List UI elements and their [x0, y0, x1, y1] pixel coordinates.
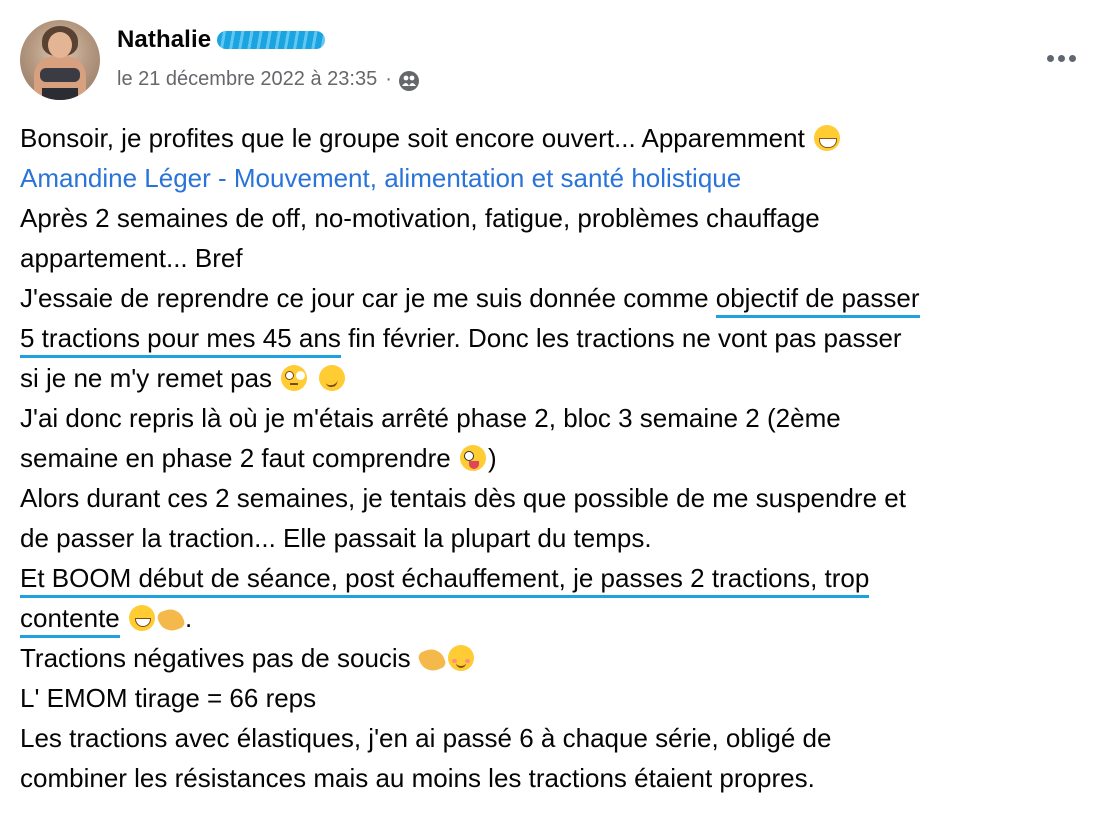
eye-roll-emoji-icon — [281, 365, 308, 391]
highlighted-text: 5 tractions pour mes 45 ans — [20, 323, 341, 358]
post-text: Bonsoir, je profites que le groupe soit … — [20, 118, 1091, 798]
post-header: Nathalie le 21 décembre 2022 à 23:35 · — [20, 20, 1091, 102]
author-name[interactable]: Nathalie — [117, 26, 211, 54]
text-segment: fin février. Donc les tractions ne vont … — [340, 323, 902, 353]
smirk-emoji-icon — [318, 365, 345, 391]
text-segment: combiner les résistances mais au moins l… — [20, 763, 815, 793]
group-icon[interactable] — [398, 70, 420, 92]
meta-separator: · — [385, 67, 392, 90]
redaction-scribble — [217, 27, 326, 53]
text-segment: Tractions négatives pas de soucis — [20, 643, 411, 673]
blushing-emoji-icon — [447, 645, 474, 671]
text-segment: ) — [487, 443, 497, 473]
text-segment: Les tractions avec élastiques, j'en ai p… — [20, 723, 832, 753]
text-segment: de passer la traction... Elle passait la… — [20, 523, 652, 553]
winking-tongue-emoji-icon — [459, 445, 486, 471]
highlighted-text: objectif de passer — [715, 283, 920, 318]
smiling-emoji-icon — [128, 605, 155, 631]
flexed-biceps-emoji-icon — [155, 605, 187, 635]
grinning-emoji-icon — [814, 125, 841, 151]
highlighted-text: contente — [20, 603, 120, 638]
flexed-biceps-emoji-icon — [416, 645, 447, 675]
author-mention-link[interactable]: Amandine Léger - Mouvement, alimentation… — [20, 163, 741, 193]
avatar[interactable] — [20, 20, 100, 100]
text-segment: J'essaie de reprendre ce jour car je me … — [20, 283, 716, 313]
text-segment: Après 2 semaines de off, no-motivation, … — [20, 203, 820, 233]
text-segment: Bonsoir, je profites que le groupe soit … — [20, 123, 805, 153]
post-meta: le 21 décembre 2022 à 23:35 · — [117, 66, 420, 92]
text-line: Bonsoir, je profites que le groupe soit … — [20, 118, 1091, 158]
text-segment: semaine en phase 2 faut comprendre — [20, 443, 451, 473]
text-segment: J'ai donc repris là où je m'étais arrêté… — [20, 403, 841, 433]
text-segment: appartement... Bref — [20, 243, 243, 273]
author-row: Nathalie — [117, 26, 326, 54]
text-segment: si je ne m'y remet pas — [20, 363, 273, 393]
text-segment: . — [184, 603, 193, 633]
text-segment: L' EMOM tirage = 66 reps — [20, 683, 317, 713]
text-segment: Alors durant ces 2 semaines, je tentais … — [20, 483, 906, 513]
more-options-icon[interactable] — [1041, 48, 1081, 68]
post-timestamp[interactable]: le 21 décembre 2022 à 23:35 — [117, 68, 377, 91]
highlighted-text: Et BOOM début de séance, post échauffeme… — [20, 563, 870, 598]
